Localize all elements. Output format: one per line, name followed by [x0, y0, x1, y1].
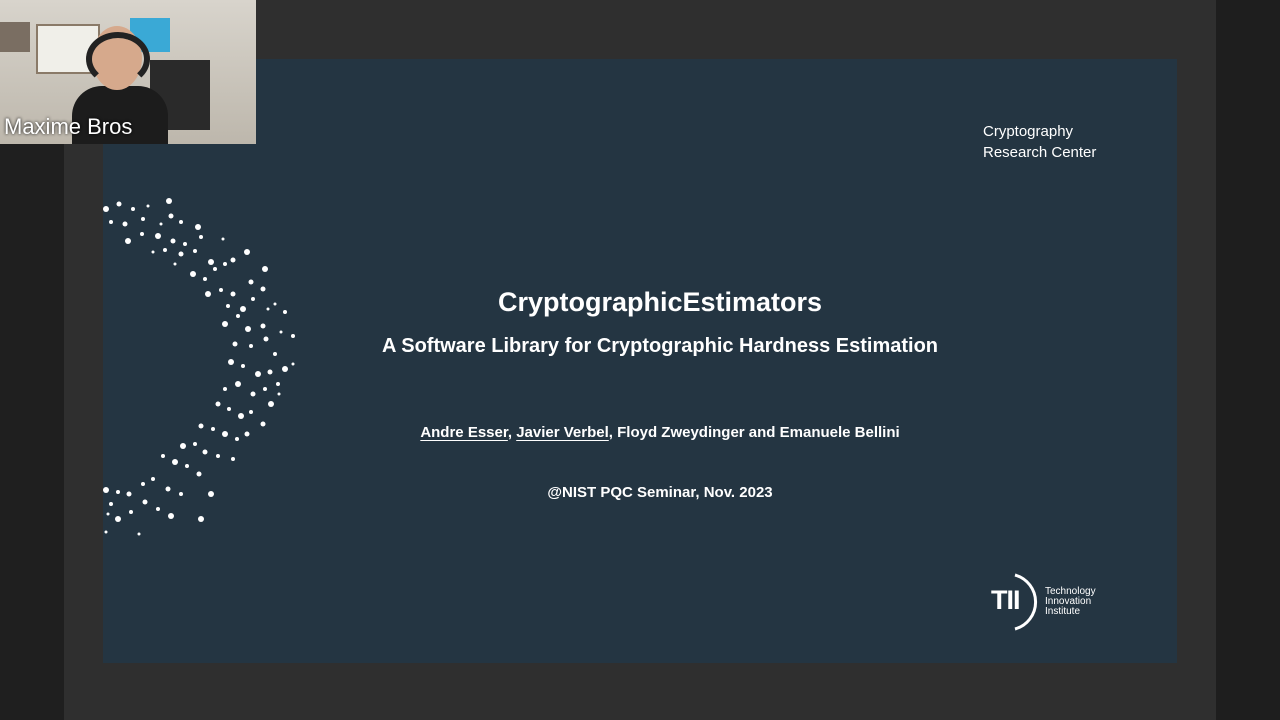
- slide-authors: Andre Esser, Javier Verbel, Floyd Zweydi…: [103, 424, 1217, 441]
- participant-video-tile[interactable]: Maxime Bros: [0, 0, 256, 144]
- meeting-screen: Cryptography Research Center Cryptograph…: [0, 0, 1280, 720]
- tii-logo: TII Technology Innovation Institute: [991, 571, 1111, 635]
- tii-logo-text: Technology Innovation Institute: [1045, 586, 1096, 617]
- slide-title: CryptographicEstimators: [497, 287, 823, 317]
- presentation-slide: Cryptography Research Center Cryptograph…: [103, 59, 1177, 663]
- author-andre-esser[interactable]: Andre Esser: [420, 424, 508, 441]
- slide-subtitle: A Software Library for Cryptographic Har…: [381, 335, 939, 357]
- tii-mark: TII: [991, 585, 1020, 615]
- headset-icon: [86, 32, 150, 86]
- author-separator: ,: [507, 424, 517, 441]
- right-panel-strip: [1216, 0, 1280, 720]
- wall-pictures: [0, 22, 30, 52]
- author-javier-verbel[interactable]: Javier Verbel: [516, 424, 609, 441]
- authors-rest: , Floyd Zweydinger and Emanuele Bellini: [608, 424, 900, 441]
- org-label: Cryptography Research Center: [983, 123, 1097, 161]
- participant-name: Maxime Bros: [4, 114, 133, 139]
- slide-venue: @NIST PQC Seminar, Nov. 2023: [547, 484, 773, 501]
